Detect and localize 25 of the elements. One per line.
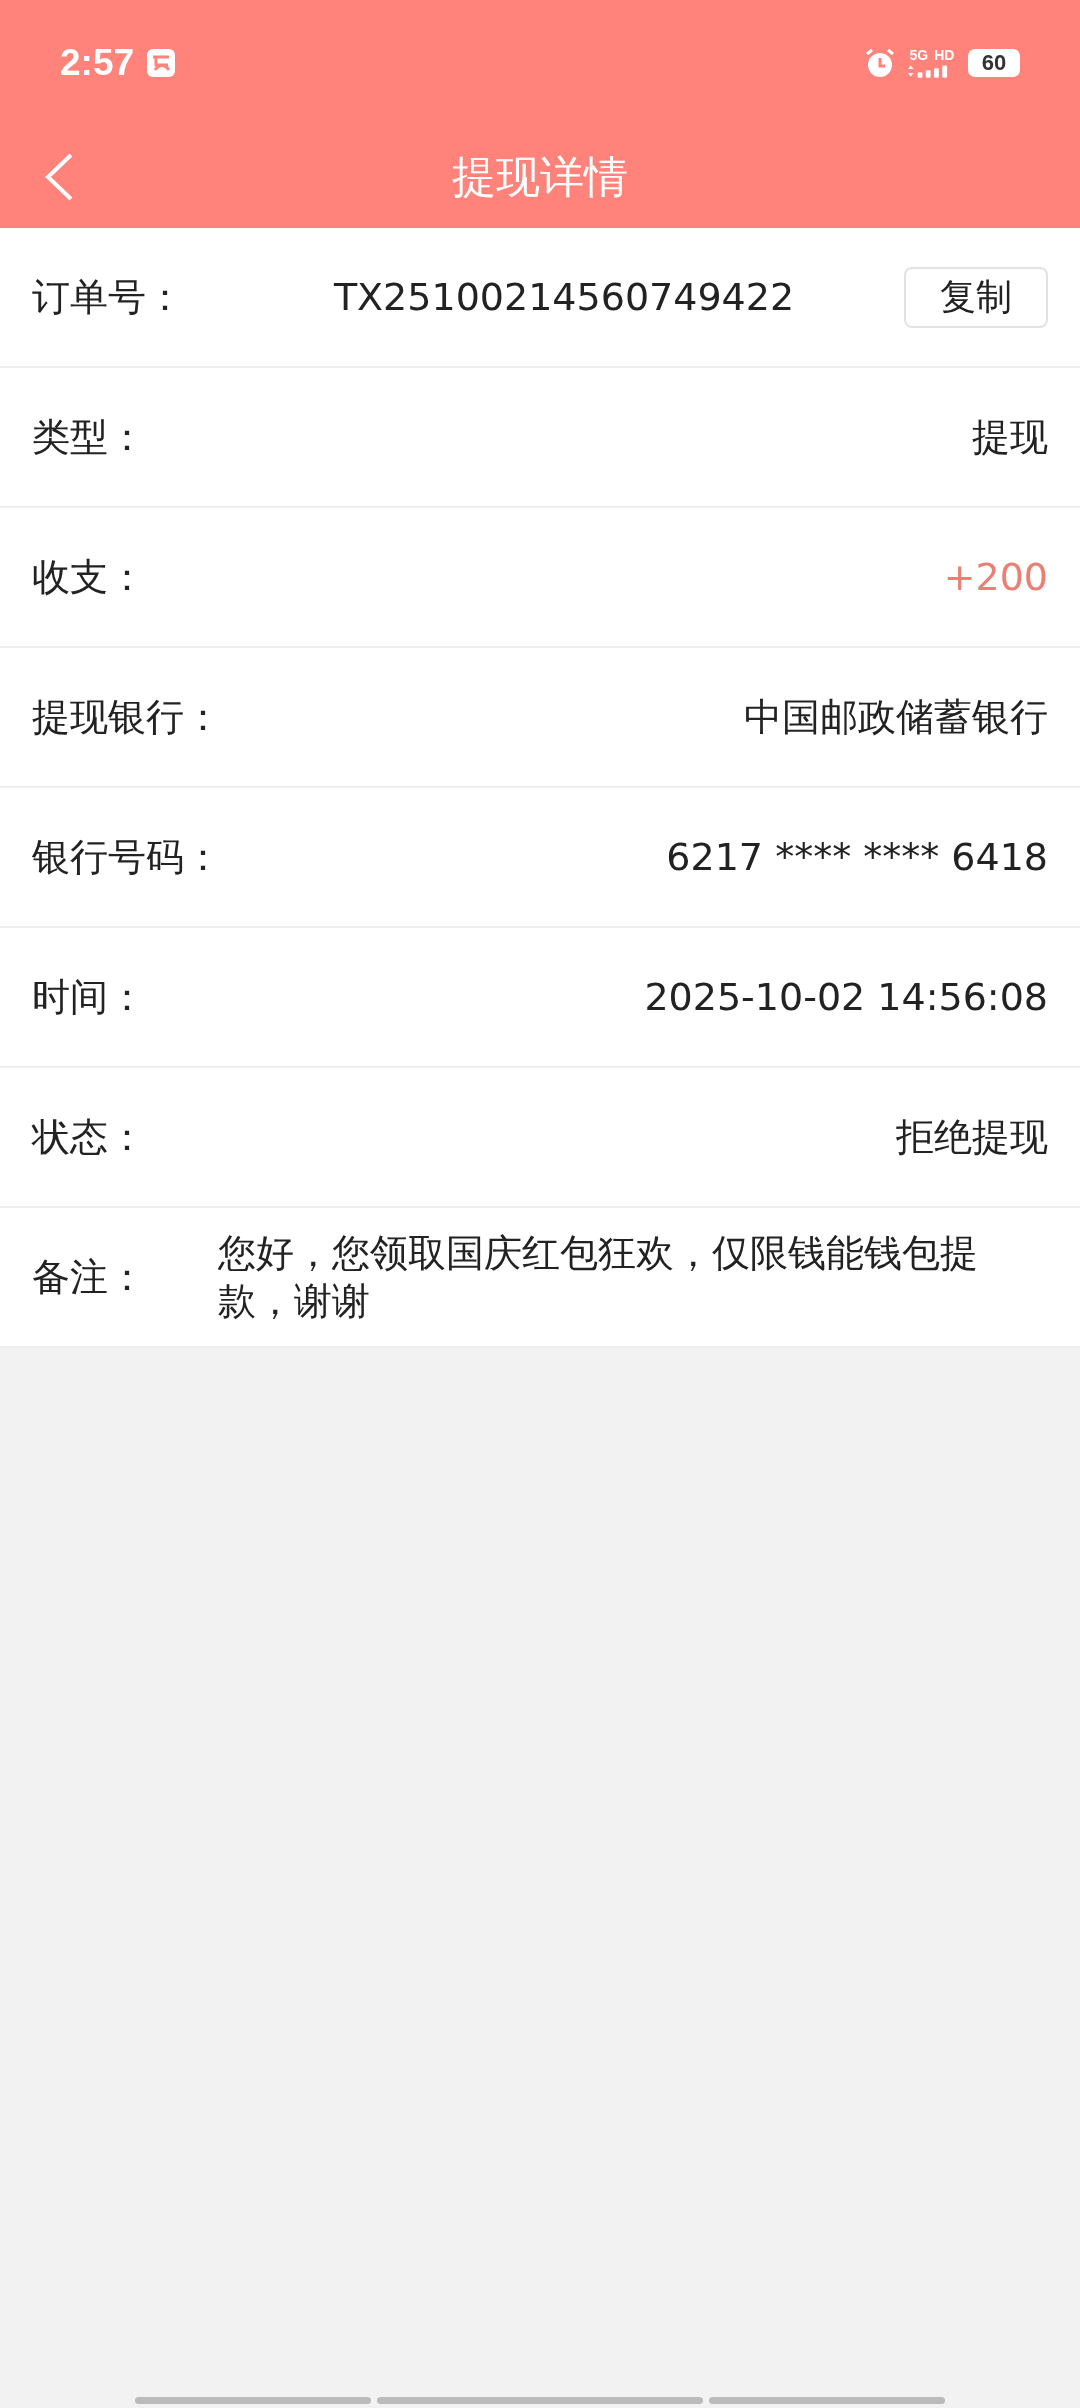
field-label: 备注：: [32, 1253, 146, 1301]
app-notification-icon: [146, 48, 177, 78]
field-label: 订单号：: [32, 273, 184, 321]
remark-text: 您好，您领取国庆红包狂欢，仅限钱能钱包提款，谢谢: [218, 1230, 979, 1325]
field-value: 6217 **** **** 6418: [666, 835, 1048, 879]
order-number: TX25100214560749422: [332, 275, 795, 319]
field-label: 时间：: [32, 973, 146, 1021]
field-label: 状态：: [32, 1113, 146, 1161]
field-label: 收支：: [32, 553, 146, 601]
alarm-clock-icon: [864, 47, 896, 79]
field-value: 提现: [972, 413, 1048, 461]
copy-button[interactable]: 复制: [904, 266, 1048, 328]
field-label: 类型：: [32, 413, 146, 461]
network-label: HD: [934, 47, 955, 63]
field-label: 提现银行：: [32, 693, 222, 741]
status-time: 2:57: [60, 42, 135, 84]
amount-value: +200: [943, 555, 1048, 599]
field-value: 中国邮政储蓄银行: [744, 693, 1048, 741]
field-value: 拒绝提现: [896, 1113, 1048, 1161]
battery-icon: 60: [968, 49, 1020, 77]
network-label: 5G: [909, 47, 929, 63]
field-label: 银行号码：: [32, 833, 222, 881]
back-icon[interactable]: [44, 152, 74, 202]
field-value: 2025-10-02 14:56:08: [644, 975, 1048, 1019]
page-title: 提现详情: [452, 149, 628, 204]
